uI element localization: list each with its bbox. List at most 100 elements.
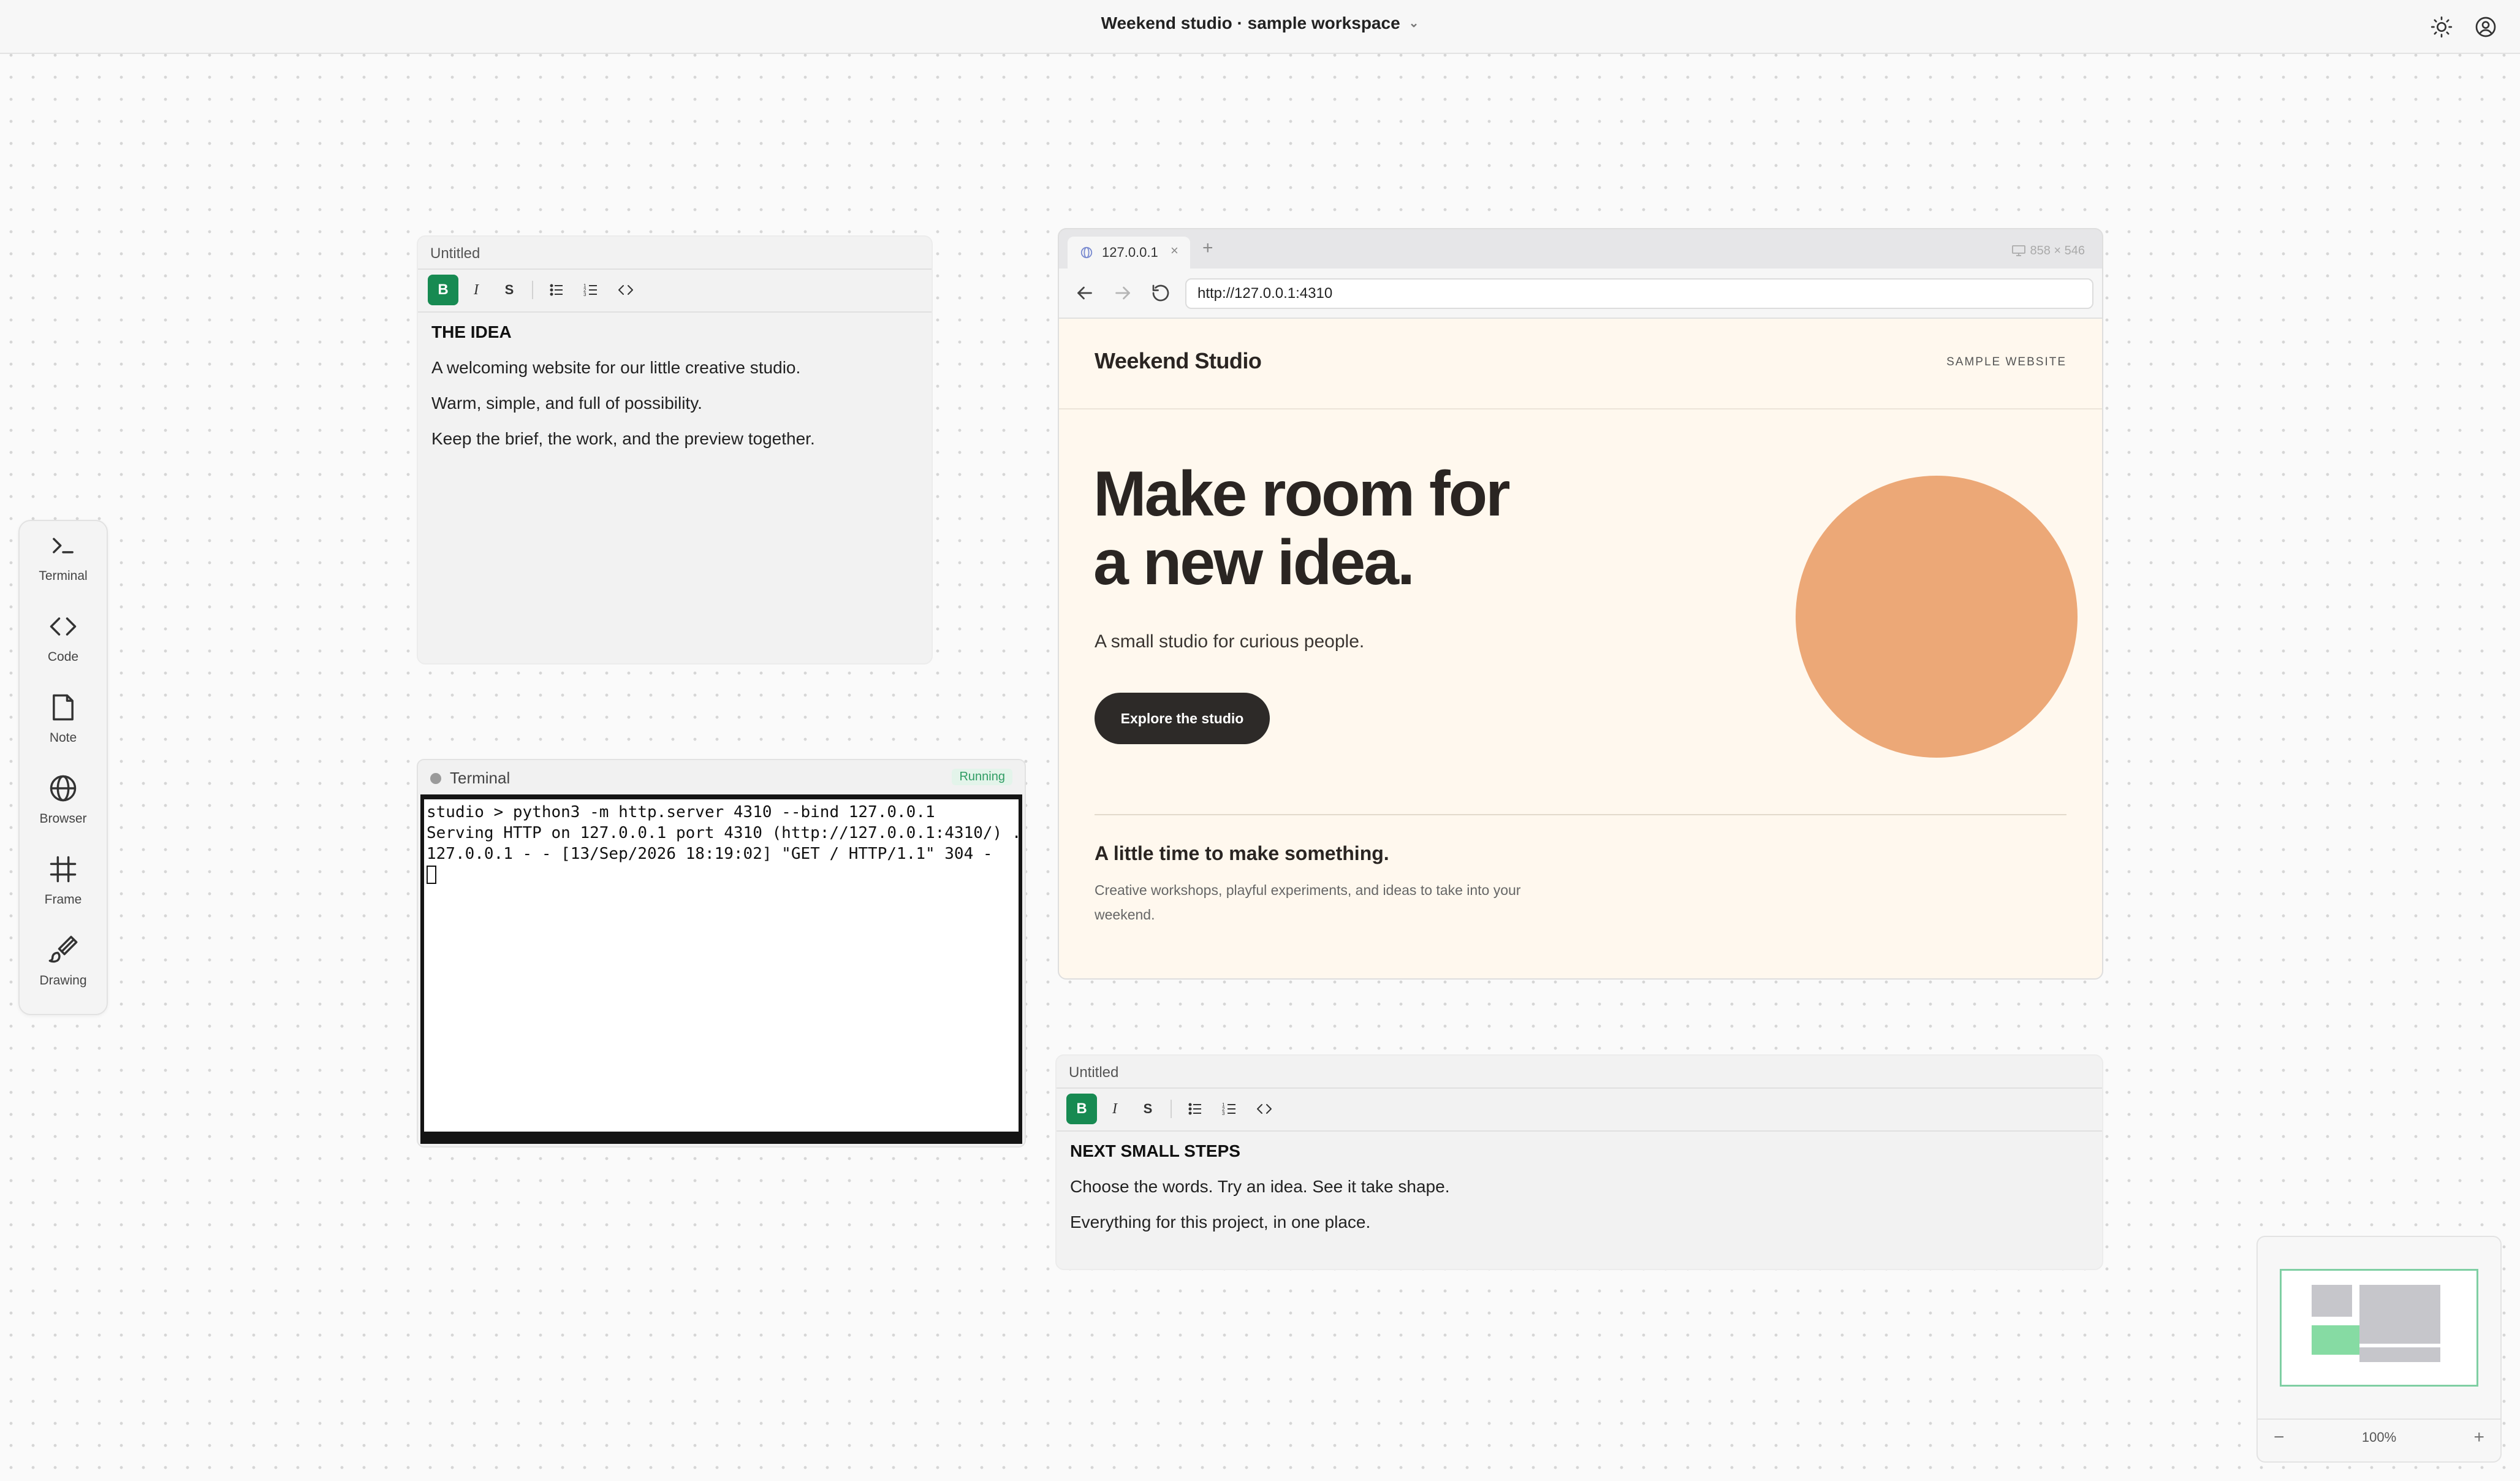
globe-icon <box>50 775 77 802</box>
viewport-size-text: 858 × 546 <box>2030 244 2085 257</box>
zoom-in-button[interactable]: + <box>2473 1427 2484 1448</box>
numbered-list-icon[interactable]: 1 2 3 <box>1215 1094 1245 1124</box>
chevron-down-icon[interactable]: ⌄ <box>1409 15 1419 31</box>
minimap-canvas[interactable] <box>2280 1269 2478 1387</box>
terminal-icon <box>53 538 74 554</box>
minimap-note2-block <box>2359 1347 2440 1362</box>
format-toolbar: B I S 1 2 3 <box>1066 1094 1311 1124</box>
bullet-list-icon[interactable] <box>542 275 572 305</box>
bold-button[interactable]: B <box>428 275 458 305</box>
italic-button[interactable]: I <box>1099 1094 1130 1124</box>
forward-arrow-icon[interactable] <box>1112 282 1134 304</box>
address-bar[interactable]: http://127.0.0.1:4310 <box>1185 278 2093 309</box>
note-card-idea[interactable]: Untitled B I S 1 2 3 THE IDEA A welcomin… <box>417 235 933 664</box>
strike-button[interactable]: S <box>494 275 525 305</box>
divider <box>1057 1087 2102 1089</box>
note-line: Warm, simple, and full of possibility. <box>431 394 702 413</box>
divider <box>1057 1130 2102 1132</box>
browser-tab[interactable]: 127.0.0.1 × <box>1068 237 1190 268</box>
terminal-prompt-line <box>427 866 1019 886</box>
terminal-header: Terminal <box>430 769 510 788</box>
tool-label: Note <box>49 731 77 745</box>
divider <box>1171 1100 1172 1118</box>
code-icon <box>50 617 77 636</box>
note-line: Keep the brief, the work, and the previe… <box>431 429 815 448</box>
frame-icon <box>50 856 77 883</box>
terminal-cursor <box>427 866 436 884</box>
workspace-title-text: Weekend studio · sample workspace <box>1101 13 1400 32</box>
code-block-icon[interactable] <box>610 275 641 305</box>
hero-circle <box>1796 476 2078 758</box>
tool-note[interactable]: Note <box>20 683 107 759</box>
zoom-controls: − 100% + <box>2258 1417 2500 1461</box>
explore-button[interactable]: Explore the studio <box>1095 693 1270 744</box>
svg-text:3: 3 <box>583 292 586 297</box>
note-card-next-steps[interactable]: Untitled B I S 1 2 3 NEXT SMALL STEPS Ch… <box>1055 1054 2103 1270</box>
status-dot-icon <box>430 773 441 784</box>
top-bar: Weekend studio · sample workspace ⌄ <box>0 0 2520 54</box>
tool-label: Frame <box>44 893 82 907</box>
viewport-size: 858 × 546 <box>2011 244 2085 258</box>
back-arrow-icon[interactable] <box>1074 282 1096 304</box>
section-text: Creative workshops, playful experiments,… <box>1095 882 1521 923</box>
new-tab-button[interactable]: + <box>1202 238 1213 259</box>
terminal-line: studio > python3 -m http.server 4310 --b… <box>427 803 935 821</box>
svg-text:3: 3 <box>1222 1111 1225 1116</box>
divider <box>418 268 932 270</box>
bullet-list-icon[interactable] <box>1180 1094 1211 1124</box>
bold-button[interactable]: B <box>1066 1094 1097 1124</box>
tab-title: 127.0.0.1 <box>1102 245 1158 260</box>
terminal-title: Terminal <box>450 769 510 787</box>
tool-palette: Terminal Code Note Browser Frame Drawing <box>18 520 108 1015</box>
tool-frame[interactable]: Frame <box>20 845 107 921</box>
strike-button[interactable]: S <box>1133 1094 1163 1124</box>
workspace-title[interactable]: Weekend studio · sample workspace ⌄ <box>0 13 2520 33</box>
minimap[interactable]: − 100% + <box>2256 1236 2502 1463</box>
sun-icon[interactable] <box>2429 15 2454 39</box>
website-viewport: Weekend Studio SAMPLE WEBSITE Make room … <box>1059 319 2102 978</box>
note-line: Everything for this project, in one plac… <box>1070 1213 1371 1232</box>
hero-line: a new idea. <box>1093 527 1415 598</box>
terminal-line: Serving HTTP on 127.0.0.1 port 4310 (htt… <box>427 824 1019 842</box>
tool-browser[interactable]: Browser <box>20 764 107 840</box>
user-circle-icon[interactable] <box>2473 15 2498 39</box>
section-title: A little time to make something. <box>1095 842 1389 864</box>
site-brand[interactable]: Weekend Studio <box>1095 348 1262 374</box>
favicon-globe-icon <box>1080 246 1093 259</box>
hero-line: Make room for <box>1093 459 1511 530</box>
status-badge: Running <box>952 769 1012 785</box>
tool-label: Drawing <box>39 973 87 988</box>
minimap-browser-block <box>2359 1285 2440 1344</box>
minimap-note-block <box>2312 1285 2352 1317</box>
divider <box>532 281 533 299</box>
note-line: A welcoming website for our little creat… <box>431 358 801 377</box>
browser-window[interactable]: 127.0.0.1 × + 858 × 546 http://127.0.0.1… <box>1058 228 2103 980</box>
site-tag: SAMPLE WEBSITE <box>1946 356 2066 368</box>
note-heading: THE IDEA <box>431 322 512 341</box>
format-toolbar: B I S 1 2 3 <box>428 275 673 305</box>
tool-label: Code <box>47 650 79 664</box>
note-body[interactable]: THE IDEA A welcoming website for our lit… <box>431 322 918 465</box>
numbered-list-icon[interactable]: 1 2 3 <box>576 275 607 305</box>
terminal-screen[interactable]: studio > python3 -m http.server 4310 --b… <box>420 794 1022 1144</box>
code-block-icon[interactable] <box>1249 1094 1280 1124</box>
note-header: Untitled <box>430 245 480 262</box>
hero-heading: Make room for a new idea. <box>1093 459 1511 598</box>
browser-nav-bar: http://127.0.0.1:4310 <box>1059 268 2102 319</box>
tool-drawing[interactable]: Drawing <box>20 926 107 1002</box>
tool-terminal[interactable]: Terminal <box>20 521 107 597</box>
divider <box>418 311 932 313</box>
note-heading: NEXT SMALL STEPS <box>1070 1141 1240 1160</box>
monitor-icon <box>2012 245 2026 256</box>
tool-label: Browser <box>39 812 87 826</box>
brush-icon <box>48 935 78 963</box>
note-body[interactable]: NEXT SMALL STEPS Choose the words. Try a… <box>1070 1141 2089 1248</box>
tool-code[interactable]: Code <box>20 602 107 678</box>
minimap-terminal-block <box>2312 1325 2359 1355</box>
italic-button[interactable]: I <box>461 275 491 305</box>
terminal-line: 127.0.0.1 - - [13/Sep/2026 18:19:02] "GE… <box>427 845 993 863</box>
close-tab-icon[interactable]: × <box>1171 243 1178 259</box>
divider <box>1059 408 2102 409</box>
terminal-window[interactable]: Terminal Running studio > python3 -m htt… <box>417 759 1026 1148</box>
reload-icon[interactable] <box>1150 282 1172 304</box>
